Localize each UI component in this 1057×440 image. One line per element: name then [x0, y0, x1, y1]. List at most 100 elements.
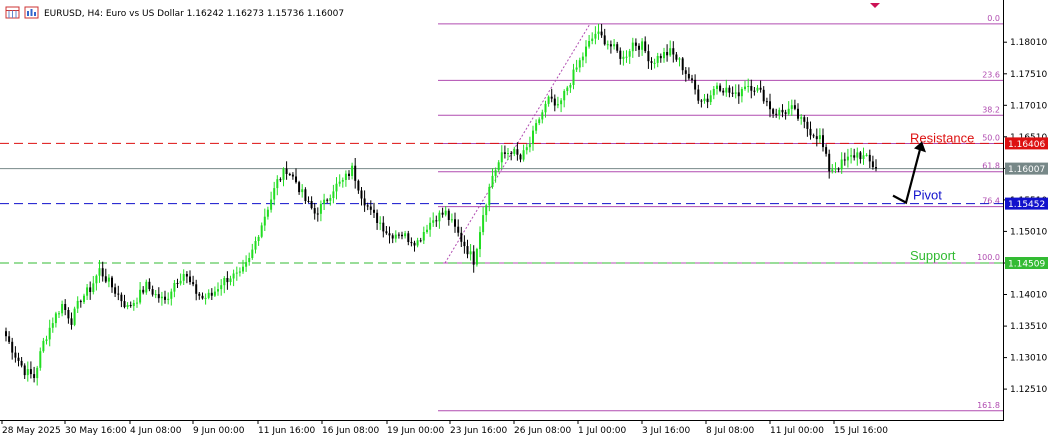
candle-body	[338, 181, 341, 184]
candle-body	[307, 201, 310, 202]
chart-type-icon	[24, 6, 39, 19]
symbol-info-line: EURUSD, H4: Euro vs US Dollar 1.16242 1.…	[44, 9, 344, 19]
candle-body	[413, 242, 416, 246]
candle-body	[759, 87, 762, 90]
time-tick-label: 26 Jun 08:00	[514, 426, 571, 436]
candle-body	[17, 357, 20, 361]
candle-body	[581, 56, 584, 61]
candle-body	[192, 282, 195, 285]
candle-body	[126, 305, 129, 307]
candle-body	[142, 289, 145, 293]
candle-body	[114, 287, 117, 294]
candle-body	[220, 285, 223, 290]
candle-body	[407, 233, 410, 242]
candle-body	[450, 219, 453, 221]
candle-body	[58, 313, 60, 315]
candle-body	[519, 154, 522, 160]
candle-body	[510, 153, 513, 154]
price-tag: 1.16406	[1005, 137, 1048, 150]
candle-body	[257, 236, 260, 241]
time-tick-label: 11 Jun 16:00	[258, 426, 315, 436]
candle-body	[634, 42, 637, 46]
candle-body	[67, 310, 70, 319]
fib-level-label: 161.8	[977, 401, 1000, 410]
candle-body	[45, 339, 48, 341]
candle-body	[132, 303, 135, 307]
candle-body	[656, 56, 659, 63]
candle-body	[681, 58, 684, 71]
candle-body	[354, 165, 357, 181]
candle-body	[89, 287, 92, 292]
fib-level-label: 50.0	[982, 134, 1000, 143]
candle-body	[556, 104, 559, 106]
time-tick-label: 19 Jun 00:00	[387, 426, 444, 436]
candle-body	[466, 246, 469, 255]
candle-body	[488, 186, 491, 206]
candle-body	[33, 374, 36, 378]
candle-body	[382, 222, 385, 232]
candle-body	[644, 41, 647, 52]
candle-body	[54, 313, 57, 324]
candle-body	[709, 95, 712, 103]
candle-body	[288, 174, 291, 175]
candle-body	[809, 128, 812, 136]
candle-body	[837, 168, 840, 170]
candle-body	[170, 291, 173, 299]
candle-body	[659, 56, 662, 59]
candle-body	[535, 123, 538, 131]
candle-body	[70, 318, 73, 325]
candle-body	[11, 341, 14, 353]
time-tick-label: 1 Jul 00:00	[578, 426, 627, 436]
candle-body	[179, 280, 182, 284]
candle-body	[291, 174, 294, 177]
candle-body	[457, 226, 460, 233]
candle-body	[675, 54, 678, 60]
line-label: Pivot	[913, 188, 942, 203]
candle-body	[875, 167, 877, 169]
candle-body	[775, 113, 778, 115]
candle-body	[260, 225, 263, 237]
candle-body	[525, 147, 528, 151]
price-tick-label: 1.14010	[1010, 291, 1047, 301]
candle-body	[360, 190, 363, 199]
candle-body	[111, 277, 113, 288]
candle-body	[588, 41, 591, 47]
candle-body	[507, 153, 509, 154]
candle-body	[482, 215, 485, 233]
candle-body	[846, 156, 849, 161]
fib-level-label: 0.0	[987, 14, 1000, 23]
candle-body	[663, 52, 665, 59]
candle-body	[217, 289, 219, 292]
candle-body	[304, 189, 307, 201]
chart-window[interactable]: EURUSD, H4: Euro vs US Dollar 1.16242 1.…	[0, 0, 1057, 440]
candle-body	[784, 112, 787, 114]
candle-body	[560, 100, 563, 105]
candle-body	[238, 271, 241, 273]
price-tick-label: 1.17010	[1010, 101, 1047, 111]
candle-body	[625, 56, 628, 58]
candle-body	[871, 161, 874, 168]
candle-body	[344, 173, 347, 180]
price-chart[interactable]: EURUSD, H4: Euro vs US Dollar 1.16242 1.…	[0, 0, 1057, 440]
candle-body	[42, 340, 45, 352]
candle-body	[672, 48, 675, 55]
candle-body	[703, 98, 706, 101]
candle-body	[800, 117, 803, 119]
candle-body	[753, 90, 756, 92]
candle-body	[831, 169, 834, 172]
candle-body	[319, 203, 322, 214]
candle-body	[232, 273, 235, 279]
candle-body	[245, 262, 248, 267]
candle-body	[793, 105, 796, 109]
candle-body	[769, 101, 771, 110]
candle-body	[828, 153, 831, 172]
candle-body	[500, 152, 503, 163]
candle-body	[856, 152, 859, 158]
candle-body	[397, 234, 400, 236]
candle-body	[210, 292, 213, 296]
candle-body	[176, 283, 179, 284]
candle-body	[73, 308, 76, 325]
candle-body	[410, 242, 413, 244]
candle-body	[379, 222, 382, 224]
candle-body	[313, 208, 316, 214]
